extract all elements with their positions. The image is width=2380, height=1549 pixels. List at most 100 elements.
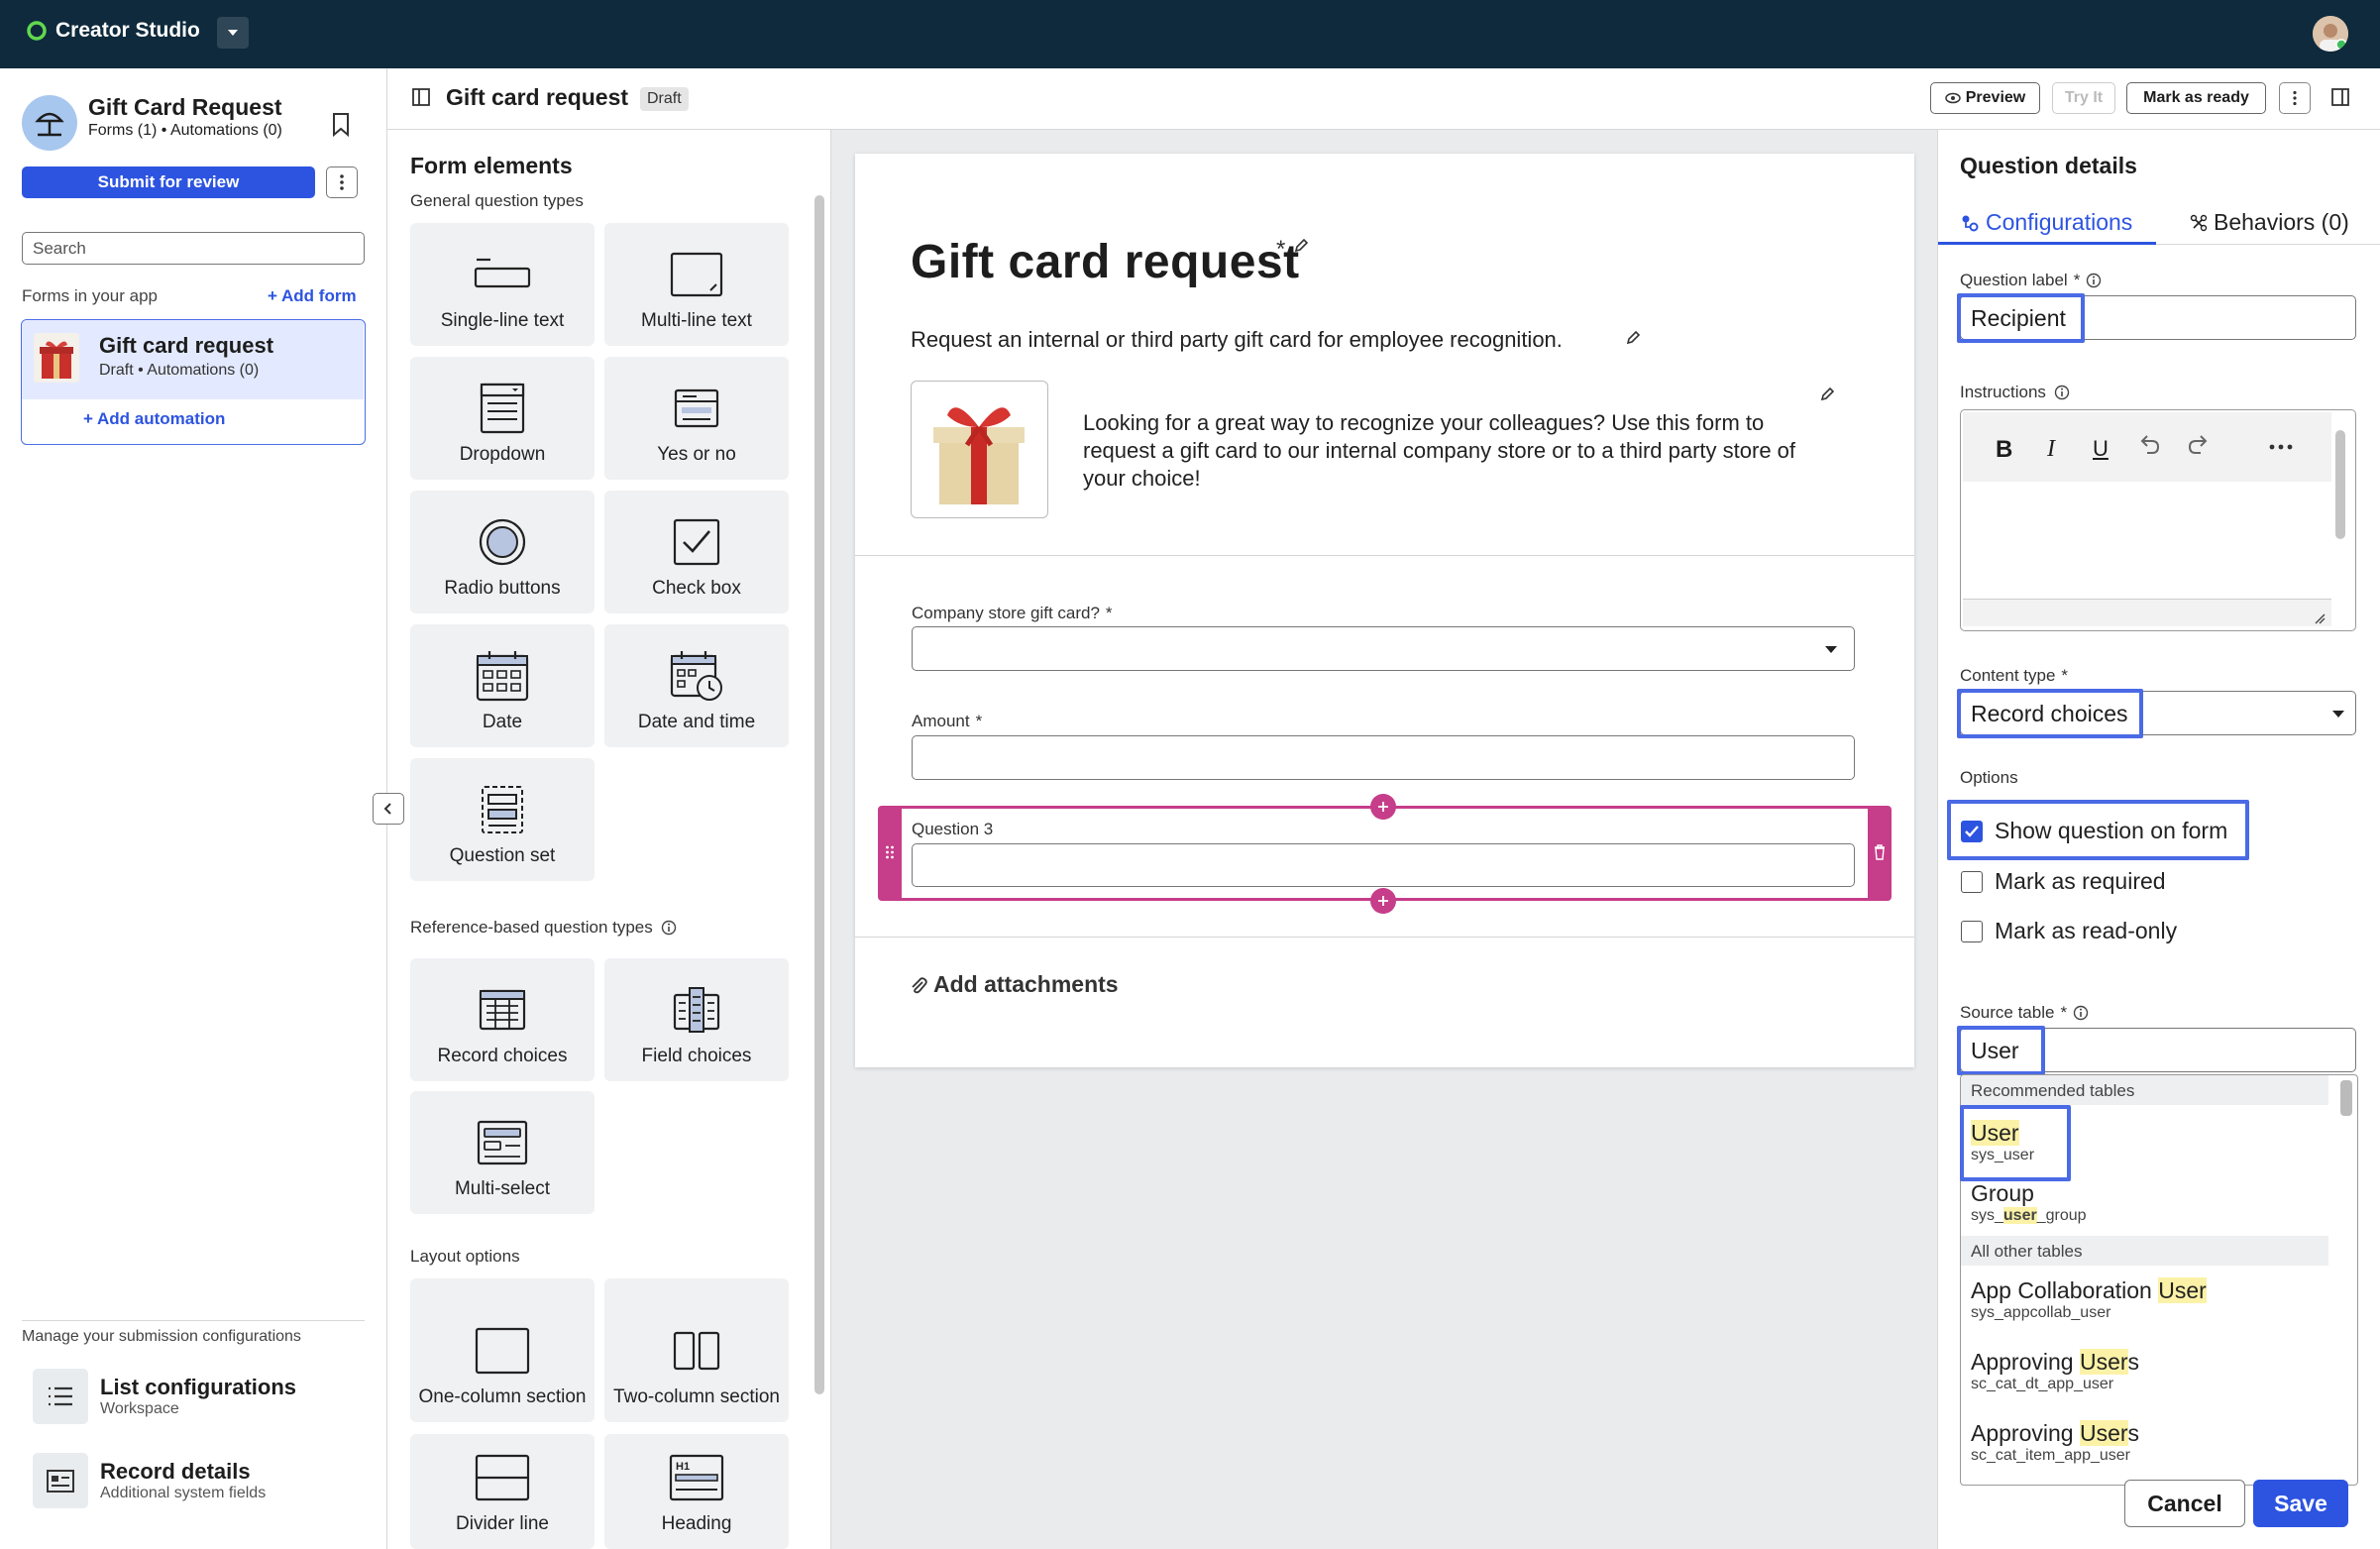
tile-date-and-time[interactable]: Date and time: [604, 624, 789, 747]
tab-configurations[interactable]: Configurations: [1960, 209, 2132, 236]
tile-one-column-section[interactable]: One-column section: [410, 1278, 595, 1422]
tile-record-choices[interactable]: Record choices: [410, 958, 595, 1081]
tile-multi-select[interactable]: Multi-select: [410, 1091, 595, 1214]
edit-intro-pencil-icon[interactable]: [1819, 387, 1835, 402]
cancel-button[interactable]: Cancel: [2124, 1480, 2245, 1527]
form-intro-text[interactable]: Looking for a great way to recognize you…: [1083, 409, 1816, 493]
required-mark: *: [2061, 666, 2069, 685]
tab-behaviors[interactable]: Behaviors (0): [2190, 209, 2349, 236]
more-options-icon[interactable]: [2269, 444, 2293, 450]
option-mark-read-only[interactable]: Mark as read-only: [1961, 918, 2177, 944]
title-required-mark: *: [1276, 236, 1286, 263]
mark-required-checkbox[interactable]: [1961, 870, 1983, 893]
tile-radio-buttons[interactable]: Radio buttons: [410, 491, 595, 613]
option-show-question[interactable]: Show question on form: [1961, 818, 2227, 844]
edit-title-pencil-icon[interactable]: [1293, 238, 1309, 254]
collapse-palette-button[interactable]: [373, 793, 404, 825]
palette-scrollbar[interactable]: [814, 195, 824, 1394]
brand[interactable]: Creator Studio: [26, 19, 200, 43]
preview-button[interactable]: Preview: [1930, 82, 2040, 114]
tile-yes-or-no[interactable]: Yes or no: [604, 357, 789, 480]
form-title[interactable]: Gift card request: [911, 235, 1300, 289]
add-automation-link[interactable]: + Add automation: [83, 409, 225, 429]
bookmark-icon[interactable]: [331, 112, 351, 138]
toggle-details-panel-icon[interactable]: [2330, 87, 2350, 107]
list-icon: [33, 1369, 88, 1424]
info-icon[interactable]: [661, 920, 677, 936]
resize-handle-icon[interactable]: [2314, 612, 2326, 624]
dropdown-scrollbar[interactable]: [2340, 1080, 2352, 1116]
required-mark: *: [2073, 271, 2081, 289]
info-icon[interactable]: [2054, 385, 2070, 400]
show-question-checkbox[interactable]: [1961, 820, 1983, 842]
form-description[interactable]: Request an internal or third party gift …: [911, 327, 1563, 353]
tile-check-box[interactable]: Check box: [604, 491, 789, 613]
mark-as-ready-button[interactable]: Mark as ready: [2126, 82, 2266, 114]
behaviors-icon: [2190, 214, 2208, 231]
app-switcher-button[interactable]: [217, 17, 249, 49]
submit-for-review-button[interactable]: Submit for review: [22, 166, 315, 198]
user-avatar[interactable]: [2313, 16, 2348, 52]
delete-question-button[interactable]: [1868, 806, 1892, 901]
nav-list-configurations[interactable]: List configurations Workspace: [33, 1369, 296, 1424]
nav-record-details[interactable]: Record details Additional system fields: [33, 1453, 266, 1508]
underline-icon[interactable]: U: [2093, 436, 2109, 462]
options-label: Options: [1960, 768, 2018, 787]
amount-field[interactable]: [912, 735, 1855, 780]
bold-icon[interactable]: B: [1996, 436, 2012, 464]
try-it-button[interactable]: Try It: [2052, 82, 2115, 114]
tile-label: Record choices: [437, 1046, 568, 1066]
option-mark-required[interactable]: Mark as required: [1961, 868, 2166, 895]
question-3-field[interactable]: [912, 843, 1855, 887]
active-tab-indicator: [1938, 242, 2156, 245]
brand-name: Creator Studio: [55, 19, 200, 42]
drag-handle[interactable]: [878, 806, 902, 901]
info-icon[interactable]: [2086, 273, 2102, 288]
dropdown-option-approving-users[interactable]: Approving Users sc_cat_dt_app_user: [1961, 1337, 2357, 1408]
form-card[interactable]: Gift card request Draft • Automations (0…: [21, 319, 366, 445]
tile-two-column-section[interactable]: Two-column section: [604, 1278, 789, 1422]
tile-heading[interactable]: H1 Heading: [604, 1434, 789, 1549]
tile-divider-line[interactable]: Divider line: [410, 1434, 595, 1549]
tile-dropdown[interactable]: Dropdown: [410, 357, 595, 480]
tile-single-line-text[interactable]: Single-line text: [410, 223, 595, 346]
toggle-sidebar-icon[interactable]: [411, 87, 431, 107]
tile-question-set[interactable]: Question set: [410, 758, 595, 881]
palette-title: Form elements: [410, 153, 573, 178]
multi-line-text-icon: [667, 249, 726, 300]
reference-types-text: Reference-based question types: [410, 918, 653, 937]
undo-icon[interactable]: [2137, 435, 2161, 457]
tile-label: Multi-select: [454, 1178, 551, 1199]
edit-description-pencil-icon[interactable]: [1625, 330, 1641, 346]
dropdown-option-app-collaboration-user[interactable]: App Collaboration User sys_appcollab_use…: [1961, 1266, 2357, 1337]
tile-label: Multi-line text: [641, 310, 752, 331]
search-input[interactable]: Search: [22, 232, 365, 265]
tile-label: Date and time: [637, 712, 756, 732]
tile-field-choices[interactable]: Field choices: [604, 958, 789, 1081]
redo-icon[interactable]: [2187, 435, 2211, 457]
add-attachments-button[interactable]: Add attachments: [910, 971, 1119, 998]
question-label: Company store gift card?: [912, 604, 1100, 622]
add-question-above-button[interactable]: [1370, 794, 1396, 820]
tile-date[interactable]: Date: [410, 624, 595, 747]
info-icon[interactable]: [2073, 1005, 2089, 1021]
dropdown-option-approving-users-2[interactable]: Approving Users sc_cat_item_app_user: [1961, 1408, 2357, 1480]
configurations-icon: [1962, 215, 1979, 231]
caret-down-icon: [2332, 711, 2344, 718]
save-button[interactable]: Save: [2253, 1480, 2348, 1527]
dropdown-option-group[interactable]: Group sys_user_group: [1961, 1176, 2357, 1236]
single-line-text-icon: [473, 249, 532, 300]
add-form-link[interactable]: + Add form: [268, 286, 357, 306]
option-label: Mark as read-only: [1995, 918, 2178, 943]
italic-icon[interactable]: I: [2047, 436, 2055, 463]
all-other-tables-header: All other tables: [1961, 1236, 2328, 1266]
caret-down-icon: [1825, 646, 1837, 653]
editor-scrollbar[interactable]: [2335, 430, 2345, 539]
header-more-button[interactable]: [2279, 82, 2311, 114]
tile-multi-line-text[interactable]: Multi-line text: [604, 223, 789, 346]
add-question-below-button[interactable]: [1370, 888, 1396, 914]
company-store-dropdown[interactable]: [912, 626, 1855, 671]
app-more-button[interactable]: [326, 166, 358, 198]
option-name: App Collaboration User: [1971, 1277, 2207, 1303]
mark-read-only-checkbox[interactable]: [1961, 920, 1983, 942]
